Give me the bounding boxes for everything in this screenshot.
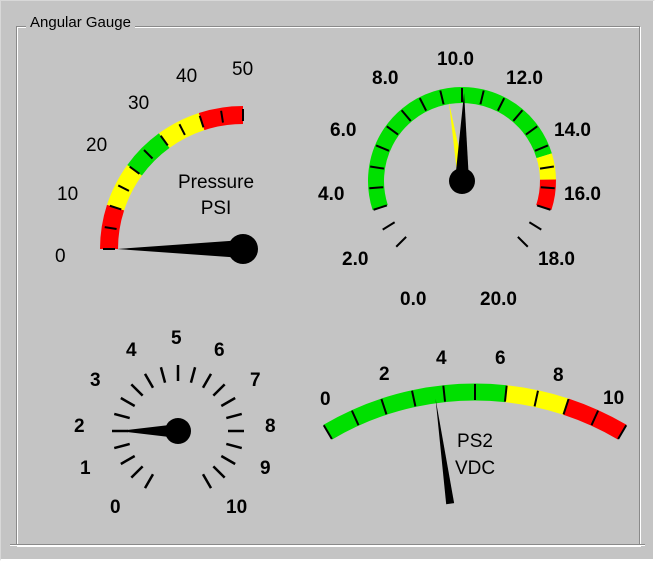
ps2-zone-0 (323, 383, 507, 440)
ticks-tick (212, 465, 226, 479)
dial-zone-2 (536, 179, 556, 211)
pressure-label-0: 0 (55, 246, 66, 267)
ticks-label-5: 5 (171, 328, 182, 349)
pressure-hub (228, 234, 258, 264)
ticks-label-10: 10 (226, 497, 247, 518)
pressure-unit: PSI (201, 198, 232, 219)
pressure-gauge[interactable]: 0 10 20 30 40 50 Pressure PSI (55, 59, 258, 267)
dial-tick (395, 236, 407, 248)
dial-needle (455, 93, 469, 182)
ticks-tick (212, 383, 226, 397)
ticks-label-4: 4 (126, 340, 137, 361)
ticks-tick (225, 412, 243, 420)
dial-label-20: 20.0 (480, 289, 517, 310)
ps2-gauge[interactable]: 0 2 4 6 8 10 PS2 VDC (320, 348, 628, 505)
ps2-label-4: 4 (436, 348, 447, 369)
ticks-tick (143, 373, 155, 389)
dial-gauge[interactable]: 0.0 2.0 4.0 6.0 8.0 10.0 12.0 14.0 16.0 … (318, 49, 601, 310)
ticks-label-7: 7 (250, 370, 261, 391)
pressure-label-50: 50 (232, 59, 253, 80)
dial-label-8: 8.0 (372, 68, 398, 89)
pressure-title: Pressure (178, 172, 254, 193)
dial-tick (382, 221, 396, 231)
gauges-canvas: 0 10 20 30 40 50 Pressure PSI 0.0 2.0 4.… (55, 49, 628, 518)
tick-gauge-hub (165, 418, 191, 444)
ticks-tick (120, 396, 136, 408)
dial-hub (449, 168, 475, 194)
pressure-label-40: 40 (176, 66, 197, 87)
dial-label-6: 6.0 (330, 120, 356, 141)
ticks-tick (130, 383, 144, 397)
ticks-label-2: 2 (74, 416, 85, 437)
dial-tick (540, 186, 555, 190)
pressure-needle (117, 240, 243, 258)
dial-label-0: 0.0 (400, 289, 426, 310)
ticks-tick (130, 465, 144, 479)
dial-label-14: 14.0 (554, 120, 591, 141)
ticks-label-6: 6 (214, 340, 225, 361)
ps2-label-0: 0 (320, 389, 331, 410)
ticks-tick (201, 473, 213, 489)
ps2-title: PS2 (457, 431, 493, 452)
dial-label-10: 10.0 (437, 49, 474, 70)
ticks-tick (113, 442, 131, 450)
pressure-label-10: 10 (57, 184, 78, 205)
ticks-label-3: 3 (90, 370, 101, 391)
dial-label-16: 16.0 (564, 184, 601, 205)
ticks-tick (120, 454, 136, 466)
dial-tick (528, 221, 542, 231)
ticks-tick (220, 396, 236, 408)
ticks-tick (189, 366, 197, 384)
ticks-tick (159, 366, 167, 384)
ticks-label-9: 9 (260, 458, 271, 479)
dial-label-18: 18.0 (538, 249, 575, 270)
pressure-label-30: 30 (128, 93, 149, 114)
ps2-unit: VDC (455, 458, 495, 479)
ticks-tick (113, 412, 131, 420)
dial-label-4: 4.0 (318, 184, 344, 205)
ps2-label-8: 8 (553, 365, 564, 386)
tick-gauge[interactable]: 0 1 2 3 4 5 6 7 8 9 10 (74, 328, 276, 518)
ticks-tick (201, 373, 213, 389)
pressure-label-20: 20 (86, 135, 107, 156)
dial-tick (369, 186, 384, 190)
ticks-tick (225, 442, 243, 450)
ps2-label-10: 10 (603, 388, 624, 409)
ps2-label-6: 6 (495, 348, 506, 369)
dial-label-12: 12.0 (506, 68, 543, 89)
ticks-label-0: 0 (110, 497, 121, 518)
ps2-label-2: 2 (379, 364, 390, 385)
ticks-label-1: 1 (80, 458, 91, 479)
dial-label-2: 2.0 (342, 249, 368, 270)
dial-tick (517, 236, 529, 248)
ps2-needle (435, 398, 455, 505)
ticks-tick (220, 454, 236, 466)
ticks-label-8: 8 (265, 416, 276, 437)
ticks-tick (143, 473, 155, 489)
